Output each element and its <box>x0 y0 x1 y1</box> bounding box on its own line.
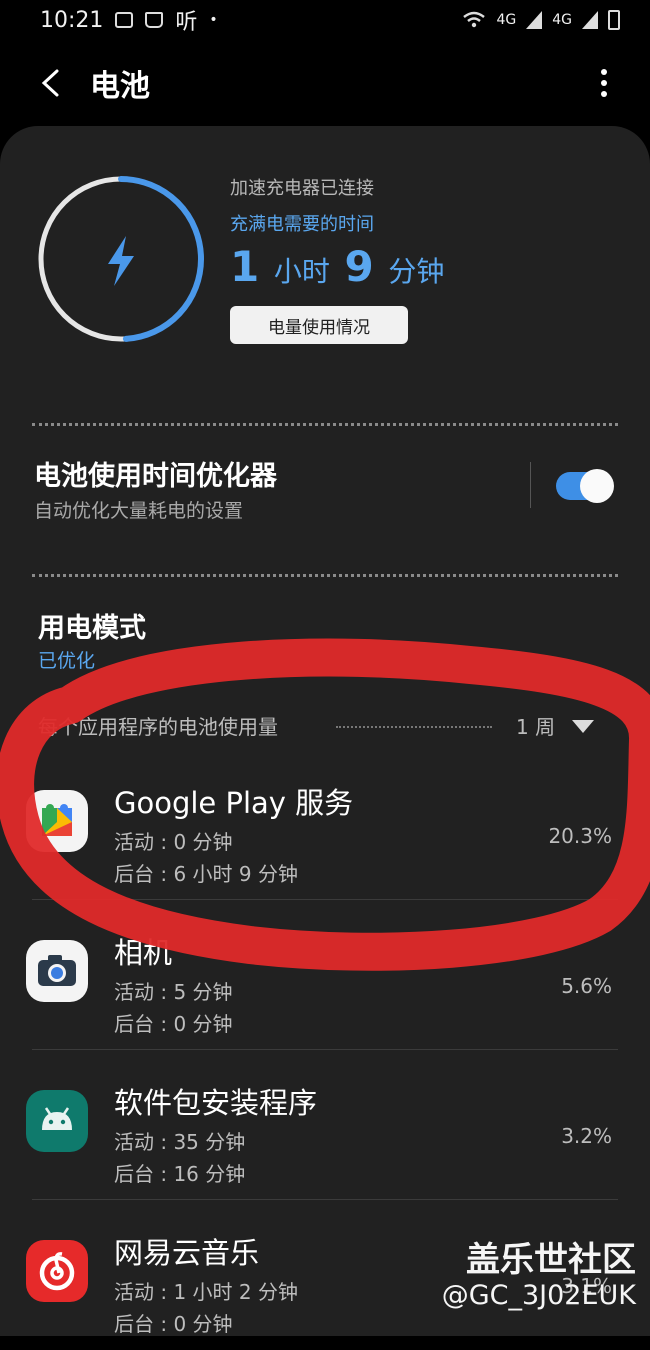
clock: 10:21 <box>40 7 104 33</box>
app-active-time: 活动 : 0 分钟 <box>114 830 233 854</box>
more-notifications-dot-icon: • <box>209 12 218 28</box>
notification-text: 听 <box>175 10 198 35</box>
hours-value: 1 <box>230 242 260 291</box>
hours-unit: 小时 <box>273 255 330 288</box>
watermark-community: 盖乐世社区 <box>466 1240 636 1280</box>
app-usage-heading: 每个应用程序的电池使用量 <box>38 715 278 739</box>
signal-icon-2 <box>582 11 598 29</box>
chevron-down-icon[interactable] <box>572 720 594 733</box>
minutes-value: 9 <box>344 242 374 291</box>
camera-app-icon <box>26 940 88 1002</box>
battery-usage-button[interactable]: 电量使用情况 <box>230 306 408 344</box>
power-mode-value: 已优化 <box>38 650 96 672</box>
signal-icon <box>526 11 543 29</box>
app-percent: 20.3% <box>548 824 612 848</box>
more-dot-icon <box>601 80 607 86</box>
time-to-full: 1 小时 9 分钟 <box>230 242 444 291</box>
app-background-time: 后台 : 0 分钟 <box>114 1012 233 1036</box>
heading-dots <box>336 726 492 728</box>
app-percent: 3.2% <box>561 1124 612 1148</box>
app-usage-row[interactable]: 相机 活动 : 5 分钟 后台 : 0 分钟 5.6% <box>0 900 650 1050</box>
time-to-full-label: 充满电需要的时间 <box>230 214 374 235</box>
back-button[interactable] <box>26 59 74 107</box>
optimizer-subtitle: 自动优化大量耗电的设置 <box>34 500 244 522</box>
charger-status: 加速充电器已连接 <box>230 178 374 199</box>
lightning-bolt-icon <box>108 236 134 286</box>
app-name: 相机 <box>114 936 173 970</box>
charge-ring-graphic <box>38 176 204 342</box>
status-right: 4G 4G <box>462 10 620 30</box>
android-package-installer-icon <box>26 1090 88 1152</box>
section-divider <box>32 574 618 577</box>
status-bar: 10:21 听 • 4G 4G <box>0 0 650 40</box>
network-type-2: 4G <box>552 12 572 28</box>
period-dropdown[interactable]: 1 周 <box>516 711 555 740</box>
toggle-divider <box>530 462 531 508</box>
app-usage-row[interactable]: Google Play 服务 活动 : 0 分钟 后台 : 6 小时 9 分钟 … <box>0 750 650 900</box>
minutes-unit: 分钟 <box>388 255 445 288</box>
wifi-icon <box>463 11 486 28</box>
app-name: 网易云音乐 <box>114 1236 260 1270</box>
app-background-time: 后台 : 16 分钟 <box>114 1162 246 1186</box>
app-active-time: 活动 : 5 分钟 <box>114 980 233 1004</box>
bag-notification-icon <box>145 12 164 28</box>
optimizer-toggle[interactable] <box>556 469 614 503</box>
app-usage-row[interactable]: 软件包安装程序 活动 : 35 分钟 后台 : 16 分钟 3.2% <box>0 1050 650 1200</box>
google-play-services-icon <box>26 790 88 852</box>
more-options-button[interactable] <box>584 59 624 107</box>
power-mode-title[interactable]: 用电模式 <box>38 606 146 645</box>
app-background-time: 后台 : 6 小时 9 分钟 <box>114 862 298 886</box>
charge-ring <box>36 174 206 344</box>
app-percent: 5.6% <box>561 974 612 998</box>
netease-music-icon <box>26 1240 88 1302</box>
app-active-time: 活动 : 35 分钟 <box>114 1130 246 1154</box>
page-title: 电池 <box>90 69 150 104</box>
app-background-time: 后台 : 0 分钟 <box>114 1312 233 1336</box>
status-left: 10:21 听 • <box>40 4 218 36</box>
charge-info: 加速充电器已连接 充满电需要的时间 1 小时 9 分钟 <box>230 174 444 291</box>
more-dot-icon <box>601 69 607 75</box>
app-name: 软件包安装程序 <box>114 1086 318 1120</box>
more-dot-icon <box>601 91 607 97</box>
battery-icon <box>608 10 620 30</box>
battery-panel: 加速充电器已连接 充满电需要的时间 1 小时 9 分钟 电量使用情况 电池使用时… <box>0 126 650 1336</box>
optimizer-title[interactable]: 电池使用时间优化器 <box>34 454 277 493</box>
network-type-1: 4G <box>496 12 517 28</box>
app-bar: 电池 <box>0 40 650 126</box>
back-arrow-icon <box>41 69 59 97</box>
gallery-notification-icon <box>115 12 134 28</box>
toggle-knob <box>580 469 614 503</box>
watermark-handle: @GC_3J02EUK <box>441 1280 636 1311</box>
app-name: Google Play 服务 <box>114 786 354 820</box>
section-divider <box>32 423 618 426</box>
app-active-time: 活动 : 1 小时 2 分钟 <box>114 1280 298 1304</box>
